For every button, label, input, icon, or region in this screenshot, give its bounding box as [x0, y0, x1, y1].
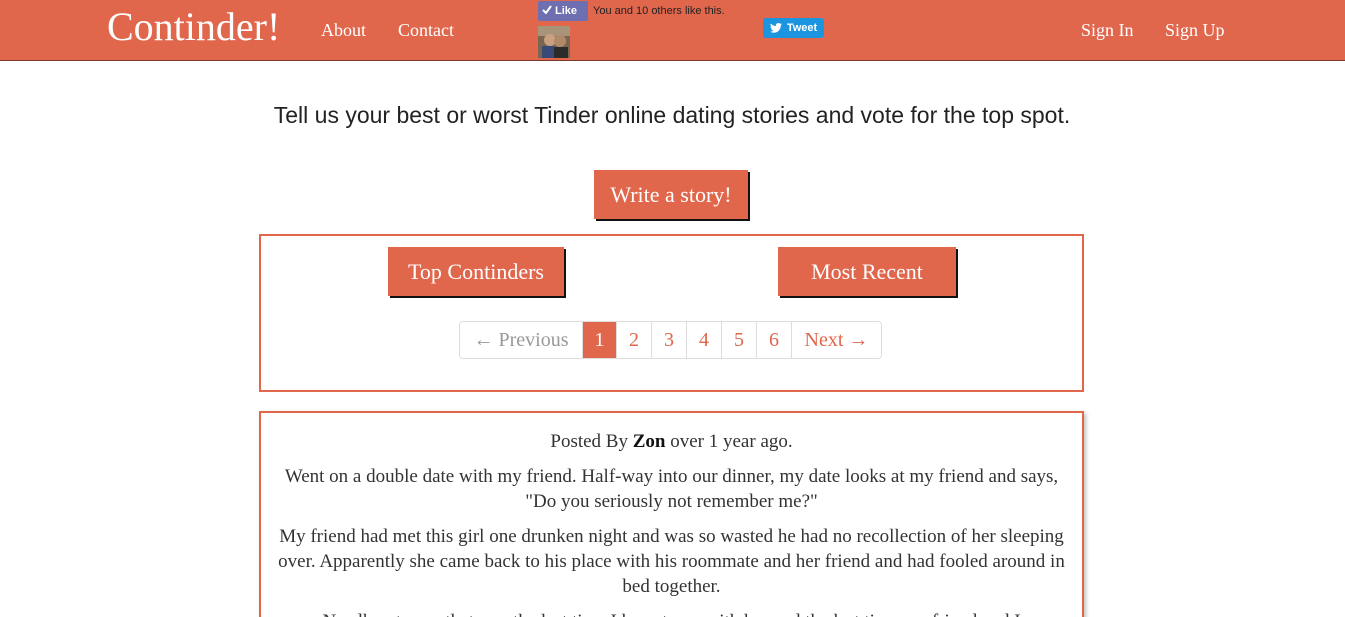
- most-recent-button[interactable]: Most Recent: [778, 247, 956, 296]
- facebook-like-label: Like: [555, 5, 578, 17]
- checkmark-icon: [542, 1, 552, 21]
- pagination-page-4[interactable]: 4: [687, 322, 722, 358]
- top-continders-button[interactable]: Top Continders: [388, 247, 564, 296]
- posted-by-prefix: Posted By: [550, 431, 628, 452]
- story-paragraph: Needless to say that was the last time I…: [269, 609, 1074, 617]
- posted-time: over 1 year ago.: [670, 431, 793, 452]
- sign-in-link[interactable]: Sign In: [1081, 19, 1134, 41]
- pagination-page-1[interactable]: 1: [583, 322, 617, 358]
- pagination-next[interactable]: Next →: [792, 322, 881, 358]
- twitter-bird-icon: [769, 22, 787, 34]
- write-story-button[interactable]: Write a story!: [594, 170, 748, 219]
- friend-avatar[interactable]: [538, 26, 570, 58]
- tweet-label: Tweet: [786, 22, 818, 34]
- tweet-button[interactable]: Tweet: [763, 18, 824, 38]
- pagination-page-5[interactable]: 5: [722, 322, 757, 358]
- facebook-like-button[interactable]: Like: [538, 1, 588, 21]
- nav-contact-link[interactable]: Contact: [398, 19, 454, 41]
- brand-logo[interactable]: Continder!: [107, 2, 280, 52]
- story-paragraph: Went on a double date with my friend. Ha…: [284, 466, 1059, 512]
- pagination-page-3[interactable]: 3: [652, 322, 687, 358]
- pagination: ← Previous 1 2 3 4 5 6 Next →: [459, 321, 882, 359]
- nav-about-link[interactable]: About: [321, 19, 366, 41]
- pagination-page-6[interactable]: 6: [757, 322, 792, 358]
- facebook-social-text: You and 10 others like this.: [593, 5, 725, 17]
- story-paragraph: My friend had met this girl one drunken …: [278, 526, 1065, 597]
- top-navbar: Continder! About Contact Like You and 10…: [0, 0, 1345, 61]
- story-author[interactable]: Zon: [633, 431, 666, 452]
- story-card: Posted By Zon over 1 year ago. Went on a…: [259, 411, 1084, 617]
- story-meta: Posted By Zon over 1 year ago.: [261, 429, 1082, 454]
- page-tagline: Tell us your best or worst Tinder online…: [273, 102, 1071, 128]
- filter-panel: Top Continders Most Recent ← Previous 1 …: [259, 234, 1084, 392]
- sign-up-link[interactable]: Sign Up: [1165, 19, 1225, 41]
- pagination-previous: ← Previous: [460, 322, 583, 358]
- pagination-page-2[interactable]: 2: [617, 322, 652, 358]
